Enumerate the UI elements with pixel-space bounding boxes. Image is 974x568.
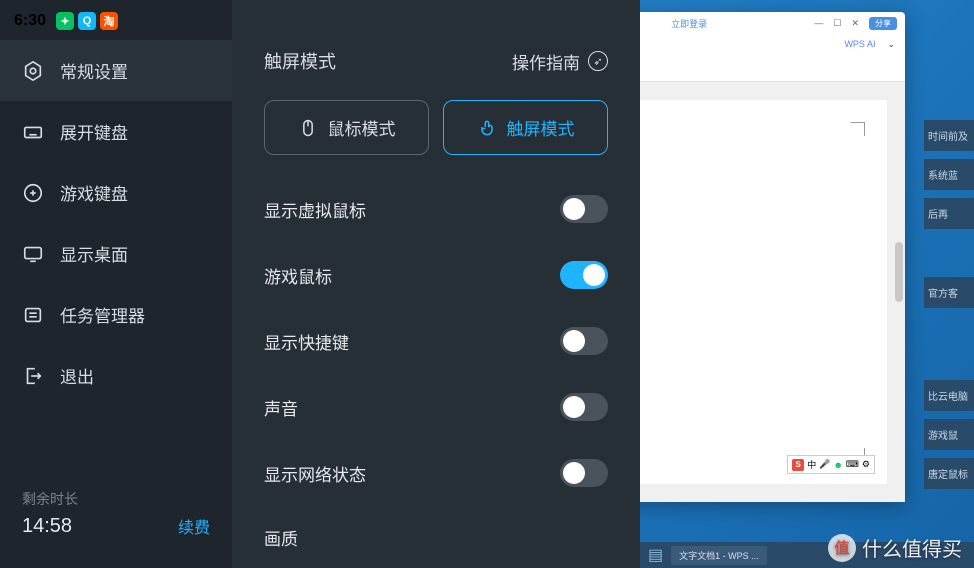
desktop-tiles: 时间前及 系统蓝 后再 官方客 比云电脑 游戏鼠 唐定鼠标 <box>924 120 974 489</box>
remaining-time: 14:58 <box>22 515 78 538</box>
crop-mark-icon <box>851 122 865 136</box>
wps-min-icon[interactable]: — <box>814 18 823 28</box>
sidebar-item-keyboard[interactable]: 展开键盘 <box>0 101 232 162</box>
setting-virtual-mouse: 显示虚拟鼠标 <box>264 185 608 233</box>
sidebar-item-label: 游戏键盘 <box>60 180 128 205</box>
settings-overlay: 6:30 ✦ Q 淘 常规设置 展开键盘 游戏键盘 <box>0 0 640 568</box>
ime-kbd-icon[interactable]: ⌨ <box>846 459 859 470</box>
mouse-icon <box>298 118 318 138</box>
q-icon: Q <box>78 12 96 30</box>
sidebar-item-label: 显示桌面 <box>60 241 128 266</box>
sidebar-item-gamekbd[interactable]: 游戏键盘 <box>0 162 232 223</box>
sidebar-item-taskmgr[interactable]: 任务管理器 <box>0 284 232 345</box>
ime-mic-icon[interactable]: 🎤 <box>819 459 830 470</box>
mouse-mode-label: 鼠标模式 <box>328 115 396 140</box>
status-bar: 6:30 ✦ Q 淘 <box>0 8 232 40</box>
wps-ai-link[interactable]: WPS AI <box>844 39 875 49</box>
setting-label: 画质 <box>264 525 298 550</box>
wps-scrollbar[interactable] <box>895 242 903 302</box>
taskbar-item[interactable]: 文字文档1 - WPS ... <box>671 546 767 565</box>
tile[interactable]: 游戏鼠 <box>924 419 974 450</box>
touch-icon <box>477 118 497 138</box>
sidebar-item-general[interactable]: 常规设置 <box>0 40 232 101</box>
setting-game-mouse: 游戏鼠标 <box>264 251 608 299</box>
wps-share-button[interactable]: 分享 <box>869 17 897 30</box>
setting-label: 显示快捷键 <box>264 329 349 354</box>
toggle-virtual-mouse[interactable] <box>560 195 608 223</box>
toggle-network[interactable] <box>560 459 608 487</box>
wps-caret-icon[interactable]: ⌄ <box>887 39 895 50</box>
guide-label: 操作指南 <box>512 49 580 74</box>
taobao-icon: 淘 <box>100 12 118 30</box>
gamepad-icon <box>22 182 44 204</box>
setting-label: 显示虚拟鼠标 <box>264 197 366 222</box>
sogou-icon: S <box>792 459 804 471</box>
watermark: 值 什么值得买 <box>828 533 962 562</box>
tile[interactable]: 后再 <box>924 198 974 229</box>
arrow-circle-icon: ➶ <box>588 51 608 71</box>
tile[interactable]: 唐定鼠标 <box>924 458 974 489</box>
keyboard-icon <box>22 121 44 143</box>
sidebar-item-desktop[interactable]: 显示桌面 <box>0 223 232 284</box>
watermark-text: 什么值得买 <box>862 533 962 562</box>
guide-link[interactable]: 操作指南 ➶ <box>512 49 608 74</box>
clock: 6:30 <box>14 12 46 30</box>
wechat-icon: ✦ <box>56 12 74 30</box>
ime-toolbar[interactable]: S 中 🎤 ☻ ⌨ ⚙ <box>787 455 875 474</box>
sidebar-item-exit[interactable]: 退出 <box>0 345 232 406</box>
ime-gear-icon[interactable]: ⚙ <box>862 459 870 470</box>
tile[interactable]: 系统蓝 <box>924 159 974 190</box>
sidebar-item-label: 退出 <box>60 363 94 388</box>
setting-shortcuts: 显示快捷键 <box>264 317 608 365</box>
setting-quality[interactable]: 画质 <box>264 515 608 560</box>
wps-login-link[interactable]: 立即登录 <box>671 17 707 30</box>
renew-button[interactable]: 续费 <box>178 514 210 538</box>
monitor-icon <box>22 243 44 265</box>
section-title: 触屏模式 <box>264 48 336 74</box>
wps-max-icon[interactable]: ☐ <box>833 18 841 29</box>
setting-label: 游戏鼠标 <box>264 263 332 288</box>
taskbar-app-icon[interactable]: ▤ <box>648 545 663 565</box>
sidebar-item-label: 展开键盘 <box>60 119 128 144</box>
sidebar-item-label: 常规设置 <box>60 58 128 83</box>
ime-lang[interactable]: 中 <box>807 458 816 471</box>
sidebar-item-label: 任务管理器 <box>60 302 145 327</box>
tile[interactable]: 官方客 <box>924 277 974 308</box>
setting-label: 声音 <box>264 395 298 420</box>
toggle-game-mouse[interactable] <box>560 261 608 289</box>
toggle-sound[interactable] <box>560 393 608 421</box>
setting-sound: 声音 <box>264 383 608 431</box>
ime-face-icon[interactable]: ☻ <box>833 460 842 470</box>
setting-network: 显示网络状态 <box>264 449 608 497</box>
remaining-label: 剩余时长 <box>22 489 78 509</box>
sidebar: 6:30 ✦ Q 淘 常规设置 展开键盘 游戏键盘 <box>0 0 232 568</box>
touch-mode-button[interactable]: 触屏模式 <box>443 100 608 155</box>
wps-close-icon[interactable]: ✕ <box>851 18 859 29</box>
smzdm-logo-icon: 值 <box>828 534 856 562</box>
list-icon <box>22 304 44 326</box>
tile[interactable]: 时间前及 <box>924 120 974 151</box>
tile[interactable]: 比云电脑 <box>924 380 974 411</box>
touch-mode-label: 触屏模式 <box>507 115 575 140</box>
exit-icon <box>22 365 44 387</box>
settings-content: 触屏模式 操作指南 ➶ 鼠标模式 触屏模式 显示虚拟鼠标 <box>232 0 640 568</box>
mouse-mode-button[interactable]: 鼠标模式 <box>264 100 429 155</box>
toggle-shortcuts[interactable] <box>560 327 608 355</box>
gear-hex-icon <box>22 60 44 82</box>
sidebar-footer: 剩余时长 14:58 续费 <box>0 469 232 568</box>
setting-label: 显示网络状态 <box>264 461 366 486</box>
